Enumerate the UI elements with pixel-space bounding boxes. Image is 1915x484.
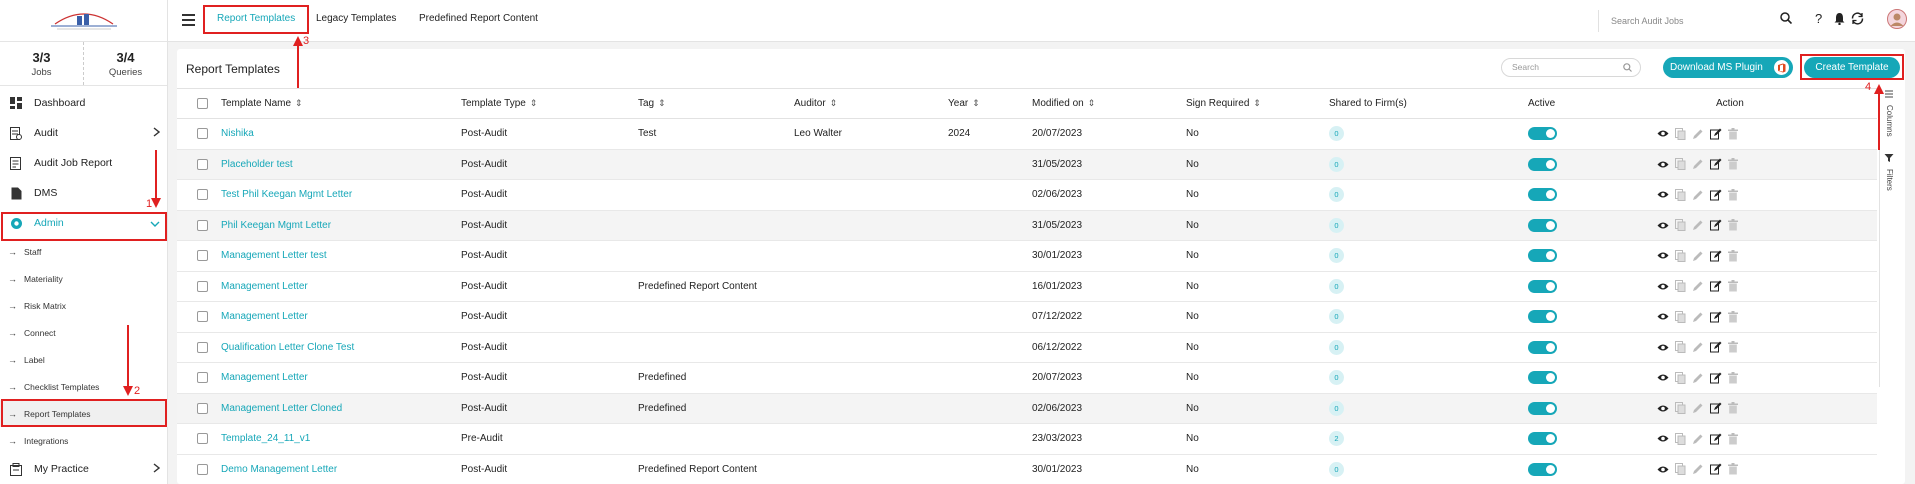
annotation-number-3: 3	[303, 35, 310, 47]
annotation-number-2: 2	[134, 385, 141, 397]
annotation-arrows	[123, 36, 1884, 396]
annotation-number-4: 4	[1865, 81, 1872, 93]
annotation-number-1: 1	[146, 198, 153, 210]
